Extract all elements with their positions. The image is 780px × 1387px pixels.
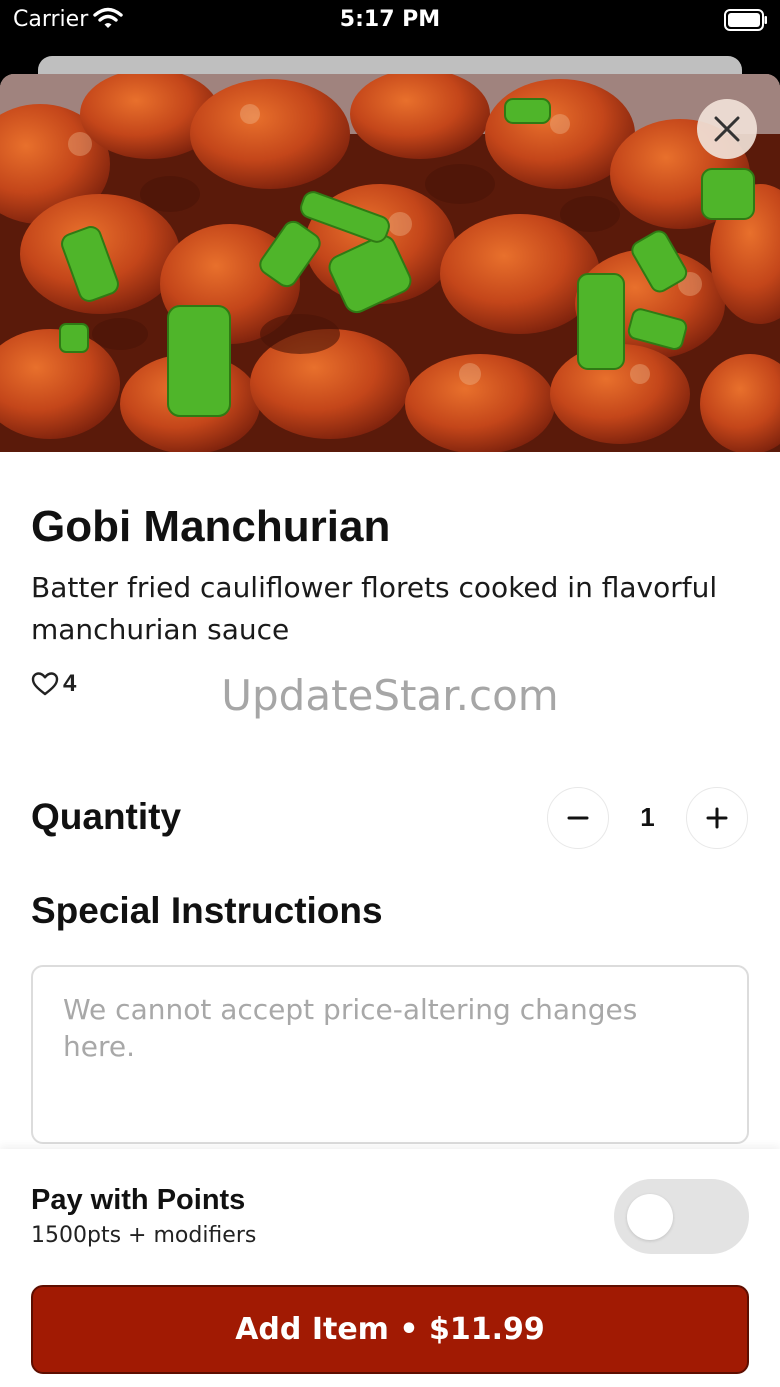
plus-icon bbox=[706, 807, 728, 829]
battery-icon bbox=[724, 9, 768, 31]
quantity-label: Quantity bbox=[31, 796, 182, 837]
close-icon bbox=[714, 116, 740, 142]
toggle-knob bbox=[627, 1194, 673, 1240]
quantity-value: 1 bbox=[640, 802, 655, 832]
status-bar: Carrier 5:17 PM bbox=[0, 0, 780, 40]
increase-quantity-button[interactable] bbox=[686, 787, 748, 849]
special-instructions-input[interactable] bbox=[63, 991, 717, 1118]
pay-with-points-label: Pay with Points bbox=[31, 1184, 246, 1216]
points-cost-label: 1500pts + modifiers bbox=[31, 1223, 257, 1248]
special-instructions-label: Special Instructions bbox=[31, 890, 383, 931]
watermark: UpdateStar.com bbox=[221, 671, 559, 720]
item-photo bbox=[0, 74, 780, 452]
clock-label: 5:17 PM bbox=[339, 7, 441, 32]
add-item-button[interactable]: Add Item • $11.99 bbox=[31, 1285, 749, 1374]
close-button[interactable] bbox=[697, 99, 757, 159]
item-title: Gobi Manchurian bbox=[31, 502, 391, 551]
pay-with-points-toggle[interactable] bbox=[614, 1179, 749, 1254]
decrease-quantity-button[interactable] bbox=[547, 787, 609, 849]
checkout-footer: Pay with Points 1500pts + modifiers Add … bbox=[0, 1149, 780, 1387]
item-detail-sheet: Gobi Manchurian Batter fried cauliflower… bbox=[0, 74, 780, 1387]
minus-icon bbox=[567, 816, 589, 820]
item-description: Batter fried cauliflower florets cooked … bbox=[31, 571, 718, 646]
special-instructions-field bbox=[31, 965, 749, 1144]
